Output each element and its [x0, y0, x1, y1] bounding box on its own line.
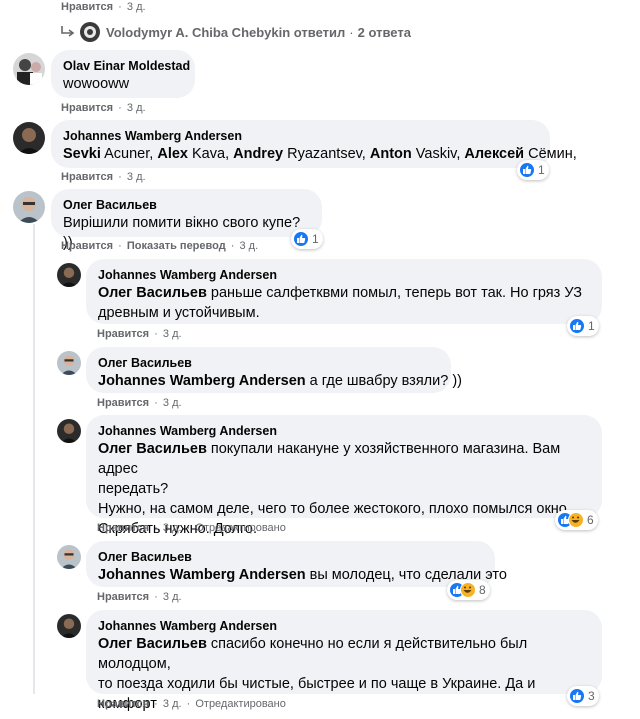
reaction-badge[interactable]: 3 — [567, 686, 599, 706]
comment-bubble: Olav Einar Moldestad wowooww — [51, 50, 195, 98]
reaction-count: 1 — [538, 163, 545, 177]
avatar[interactable] — [13, 191, 45, 223]
avatar[interactable] — [80, 22, 100, 42]
timestamp: 3 д. — [162, 698, 182, 710]
comment-author[interactable]: Olav Einar Moldestad — [63, 58, 190, 74]
reply-bubble: Johannes Wamberg Andersen Олег Васильев … — [86, 259, 602, 324]
reply-meta: Нравится · 3 д. — [97, 591, 182, 603]
tagged-user[interactable]: Andrey Ryazantsev, — [233, 146, 370, 162]
mention[interactable]: Олег Васильев — [98, 441, 207, 457]
timestamp: 3 д. — [162, 397, 182, 409]
reaction-count: 6 — [587, 513, 594, 527]
reply-author[interactable]: Johannes Wamberg Andersen — [98, 267, 590, 283]
thread-connector — [33, 224, 35, 694]
reaction-badge[interactable]: 8 — [447, 580, 490, 600]
avatar[interactable] — [57, 263, 81, 287]
reply-bubble: Олег Васильев Johannes Wamberg Andersen … — [86, 541, 507, 587]
avatar[interactable] — [57, 614, 81, 638]
reply-bubble: Johannes Wamberg Andersen Олег Васильев … — [86, 610, 602, 719]
mention[interactable]: Олег Васильев — [98, 636, 207, 652]
avatar[interactable] — [13, 122, 45, 154]
reply-meta: Нравится · 3 д. · Отредактировано — [97, 522, 286, 534]
timestamp: 3 д. — [126, 102, 146, 114]
edited-label: Отредактировано — [195, 522, 286, 534]
comment-meta: Нравится · Показать перевод · 3 д. — [61, 240, 259, 252]
tagged-user[interactable]: Sevki Acuner, — [63, 146, 157, 162]
reply-author[interactable]: Олег Васильев — [98, 549, 483, 565]
reply-bubble: Олег Васильев Johannes Wamberg Andersen … — [86, 347, 462, 393]
like-link[interactable]: Нравится — [97, 522, 149, 534]
reaction-count: 8 — [479, 583, 486, 597]
reply-bubble: Johannes Wamberg Andersen Олег Васильев … — [86, 415, 602, 537]
comment-author[interactable]: Johannes Wamberg Andersen — [63, 128, 538, 144]
like-link[interactable]: Нравится — [97, 328, 149, 340]
reply-author[interactable]: Олег Васильев — [98, 355, 439, 371]
reply-meta: Нравится · 3 д. — [97, 397, 182, 409]
reaction-badge[interactable]: 6 — [555, 510, 598, 530]
mention[interactable]: Олег Васильев — [98, 285, 207, 301]
like-link[interactable]: Нравится — [61, 171, 113, 183]
comment-text: wowooww — [63, 76, 130, 92]
reply-text: Johannes Wamberg Andersen вы молодец, чт… — [98, 567, 507, 583]
timestamp: 3 д. — [162, 522, 182, 534]
like-icon — [293, 231, 309, 247]
tagged-user[interactable]: Anton Vaskiv, — [370, 146, 465, 162]
reaction-badge[interactable]: 1 — [567, 316, 599, 336]
timestamp: 3 д. — [126, 1, 146, 13]
like-link[interactable]: Нравится — [97, 591, 149, 603]
like-link[interactable]: Нравится — [97, 698, 149, 710]
comment-bubble: Johannes Wamberg Andersen Sevki Acuner, … — [51, 120, 577, 168]
like-link[interactable]: Нравится — [61, 240, 113, 252]
mention[interactable]: Johannes Wamberg Andersen — [98, 567, 306, 583]
comment-bubble: Олег Васильев Вирішили помити вікно свог… — [51, 189, 322, 251]
like-icon — [569, 318, 585, 334]
reply-author[interactable]: Johannes Wamberg Andersen — [98, 618, 590, 634]
reaction-count: 1 — [312, 232, 319, 246]
reply-text: Олег Васильев раньше салфеткв­ми помыл, … — [98, 285, 582, 321]
tag-list: Sevki Acuner, Alex Kava, Andrey Ryazants… — [63, 144, 577, 164]
reaction-count: 3 — [588, 689, 595, 703]
haha-icon — [568, 512, 584, 528]
avatar[interactable] — [57, 419, 81, 443]
mention[interactable]: Johannes Wamberg Andersen — [98, 373, 306, 389]
like-link[interactable]: Нравится — [61, 102, 113, 114]
top-comment-meta: Нравится · 3 д. — [61, 1, 146, 13]
haha-icon — [460, 582, 476, 598]
avatar[interactable] — [13, 53, 45, 85]
like-icon — [519, 162, 535, 178]
translate-link[interactable]: Показать перевод — [127, 240, 226, 252]
edited-label: Отредактировано — [195, 698, 286, 710]
reply-meta: Нравится · 3 д. — [97, 328, 182, 340]
reaction-badge[interactable]: 1 — [517, 160, 549, 180]
reply-author[interactable]: Johannes Wamberg Andersen — [98, 423, 590, 439]
comment-author[interactable]: Олег Васильев — [63, 197, 310, 213]
comment-meta: Нравится · 3 д. — [61, 102, 146, 114]
avatar[interactable] — [57, 351, 81, 375]
view-replies-link[interactable]: Volodymyr A. Chiba Chebykin ответил · 2 … — [60, 22, 411, 42]
reaction-count: 1 — [588, 319, 595, 333]
reply-text: Johannes Wamberg Andersen а где швабру в… — [98, 373, 462, 389]
avatar[interactable] — [57, 545, 81, 569]
like-link[interactable]: Нравится — [97, 397, 149, 409]
reply-meta: Нравится · 3 д. · Отредактировано — [97, 698, 286, 710]
tagged-user[interactable]: Alex Kava, — [157, 146, 233, 162]
timestamp: 3 д. — [162, 591, 182, 603]
timestamp: 3 д. — [126, 171, 146, 183]
timestamp: 3 д. — [239, 240, 259, 252]
tagged-user[interactable]: Алексей Сёмин, — [464, 146, 576, 162]
like-icon — [569, 688, 585, 704]
reply-summary: Volodymyr A. Chiba Chebykin ответил — [106, 24, 346, 40]
like-link[interactable]: Нравится — [61, 1, 113, 13]
reply-arrow-icon — [61, 26, 75, 37]
reply-count: 2 ответа — [357, 24, 411, 40]
timestamp: 3 д. — [162, 328, 182, 340]
reaction-badge[interactable]: 1 — [291, 229, 323, 249]
comment-meta: Нравится · 3 д. — [61, 171, 146, 183]
